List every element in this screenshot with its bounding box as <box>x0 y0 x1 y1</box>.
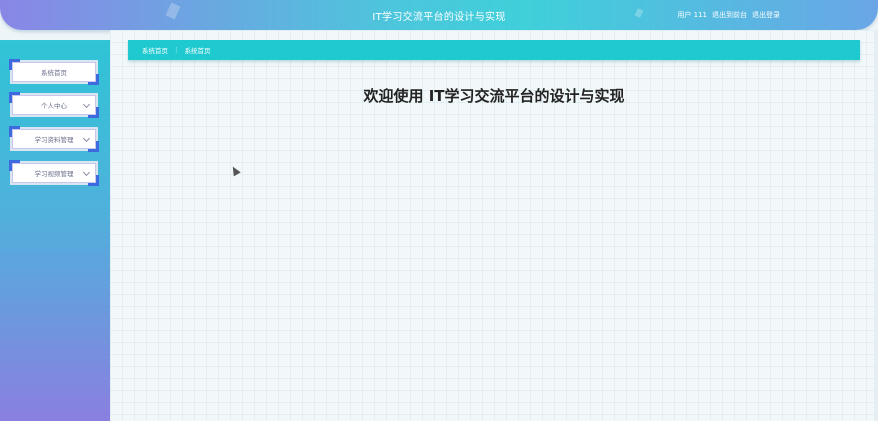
page-scrollbar[interactable] <box>874 30 878 421</box>
header-user-area: 用户 111 退出到前台 退出登录 <box>677 10 780 20</box>
sidebar-item-label: 学习视频管理 <box>34 170 74 178</box>
sidebar-item-home[interactable]: 系统首页 <box>9 59 99 85</box>
breadcrumb: 系统首页 ⋮ 系统首页 <box>128 40 860 60</box>
chevron-down-icon <box>82 100 91 109</box>
chevron-down-icon <box>82 134 91 143</box>
sidebar-item-material-management[interactable]: 学习资料管理 <box>9 126 99 152</box>
breadcrumb-home[interactable]: 系统首页 <box>142 45 168 55</box>
chevron-down-icon <box>82 168 91 177</box>
sidebar-item-label: 系统首页 <box>41 69 67 77</box>
top-header: IT学习交流平台的设计与实现 用户 111 退出到前台 退出登录 <box>0 0 878 30</box>
logout-link[interactable]: 退出登录 <box>752 10 780 20</box>
sidebar-item-video-management[interactable]: 学习视频管理 <box>9 160 99 186</box>
welcome-heading: 欢迎使用 IT学习交流平台的设计与实现 <box>363 87 625 105</box>
sidebar-item-label: 个人中心 <box>41 102 67 110</box>
sidebar-item-label: 学习资料管理 <box>34 136 74 144</box>
breadcrumb-current: 系统首页 <box>184 47 211 55</box>
sidebar: 系统首页 个人中心 学习资料管理 学习视频管理 <box>0 40 110 421</box>
main-content: 系统首页 ⋮ 系统首页 欢迎使用 IT学习交流平台的设计与实现 <box>110 30 878 421</box>
exit-frontend-link[interactable]: 退出到前台 <box>712 10 747 20</box>
user-label: 用户 111 <box>677 11 707 19</box>
sidebar-item-personal-center[interactable]: 个人中心 <box>9 92 99 118</box>
breadcrumb-separator: ⋮ <box>173 46 180 54</box>
